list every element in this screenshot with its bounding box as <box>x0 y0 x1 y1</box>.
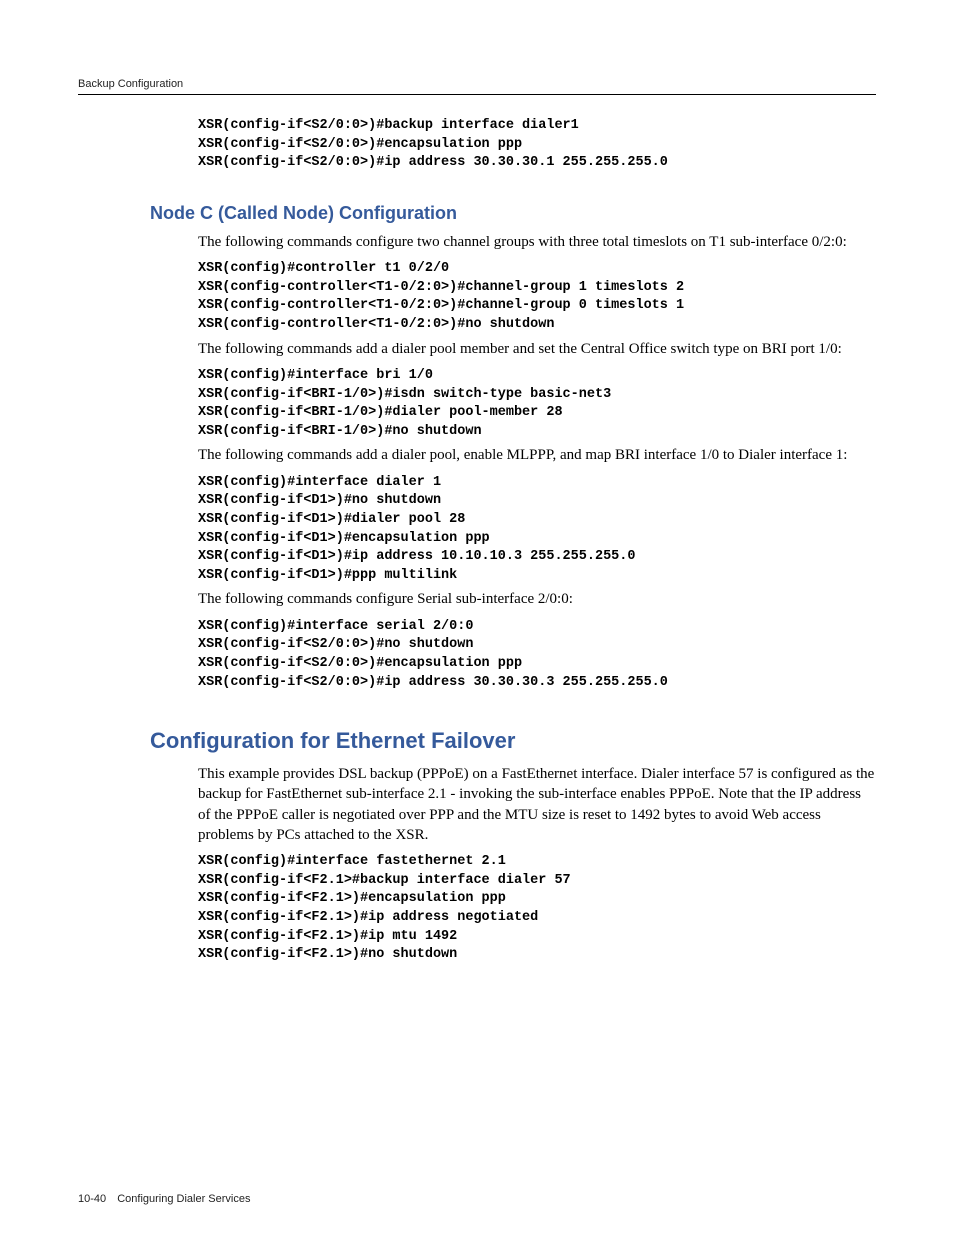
running-header: Backup Configuration <box>78 78 876 95</box>
page: Backup Configuration XSR(config-if<S2/0:… <box>0 0 954 1235</box>
body: This example provides DSL backup (PPPoE)… <box>198 764 876 965</box>
body: XSR(config-if<S2/0:0>)#backup interface … <box>198 117 876 173</box>
body: The following commands configure two cha… <box>198 232 876 692</box>
heading-ethernet-failover: Configuration for Ethernet Failover <box>150 728 876 754</box>
code-block: XSR(config)#interface fastethernet 2.1 X… <box>198 853 876 965</box>
code-block: XSR(config)#interface serial 2/0:0 XSR(c… <box>198 618 876 693</box>
paragraph: The following commands configure Serial … <box>198 589 876 609</box>
paragraph: The following commands add a dialer pool… <box>198 445 876 465</box>
heading-node-c: Node C (Called Node) Configuration <box>150 203 876 224</box>
code-block: XSR(config)#controller t1 0/2/0 XSR(conf… <box>198 260 876 335</box>
page-number: 10-40 <box>78 1193 106 1205</box>
paragraph: This example provides DSL backup (PPPoE)… <box>198 764 876 845</box>
paragraph: The following commands add a dialer pool… <box>198 339 876 359</box>
footer-title: Configuring Dialer Services <box>117 1193 250 1205</box>
code-block: XSR(config)#interface dialer 1 XSR(confi… <box>198 474 876 586</box>
code-block: XSR(config)#interface bri 1/0 XSR(config… <box>198 367 876 442</box>
page-footer: 10-40 Configuring Dialer Services <box>78 1193 250 1205</box>
paragraph: The following commands configure two cha… <box>198 232 876 252</box>
code-block: XSR(config-if<S2/0:0>)#backup interface … <box>198 117 876 173</box>
